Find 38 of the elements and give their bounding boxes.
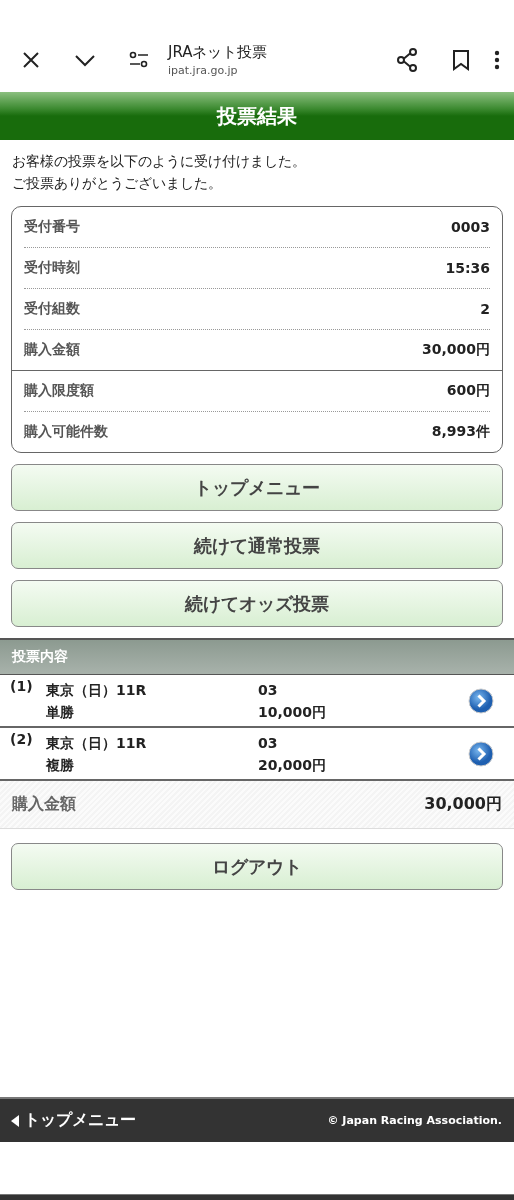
summary-label: 購入金額 (24, 341, 80, 359)
summary-value: 600円 (446, 382, 490, 400)
chevron-right-icon[interactable] (468, 687, 494, 714)
summary-value: 0003 (451, 219, 490, 235)
summary-label: 購入可能件数 (24, 423, 108, 441)
section-title: 投票内容 (12, 648, 68, 666)
summary-value: 30,000円 (421, 341, 490, 359)
bet-number: (1) (10, 677, 34, 694)
bet-type: 単勝 (46, 702, 75, 722)
confirmation-message: お客様の投票を以下のように受け付けました。 ご投票ありがとうございました。 (12, 152, 307, 193)
header-title: 投票結果 (217, 102, 297, 130)
race-name: 東京（日）11R (46, 680, 148, 700)
bet-amount: 20,000円 (258, 755, 328, 775)
summary-label: 購入限度額 (24, 382, 94, 400)
summary-value: 8,993件 (431, 423, 490, 441)
top-menu-link[interactable]: トップメニュー (10, 1110, 136, 1131)
page-url: ipat.jra.go.jp (168, 64, 239, 77)
bet-type: 複勝 (46, 755, 75, 775)
bet-amount: 10,000円 (258, 702, 328, 722)
logout-button[interactable]: ログアウト (11, 843, 503, 890)
total-value: 30,000円 (424, 794, 502, 815)
page-title: JRAネット投票 (168, 43, 269, 62)
menu-button[interactable]: 続けてオッズ投票 (11, 580, 503, 627)
bet-number: (2) (10, 730, 34, 747)
summary-label: 受付番号 (24, 218, 80, 236)
bet-selection: 03 (258, 680, 279, 700)
copyright: © Japan Racing Association. (327, 1114, 502, 1127)
summary-label: 受付時刻 (24, 259, 80, 277)
menu-button[interactable]: 続けて通常投票 (11, 522, 503, 569)
summary-value: 2 (480, 301, 490, 317)
bet-selection: 03 (258, 733, 279, 753)
race-name: 東京（日）11R (46, 733, 148, 753)
summary-label: 受付組数 (24, 300, 80, 318)
total-label: 購入金額 (12, 794, 76, 815)
menu-button[interactable]: トップメニュー (11, 464, 503, 511)
chevron-right-icon[interactable] (468, 740, 494, 767)
summary-value: 15:36 (445, 260, 490, 276)
triangle-left-icon (10, 1113, 20, 1128)
